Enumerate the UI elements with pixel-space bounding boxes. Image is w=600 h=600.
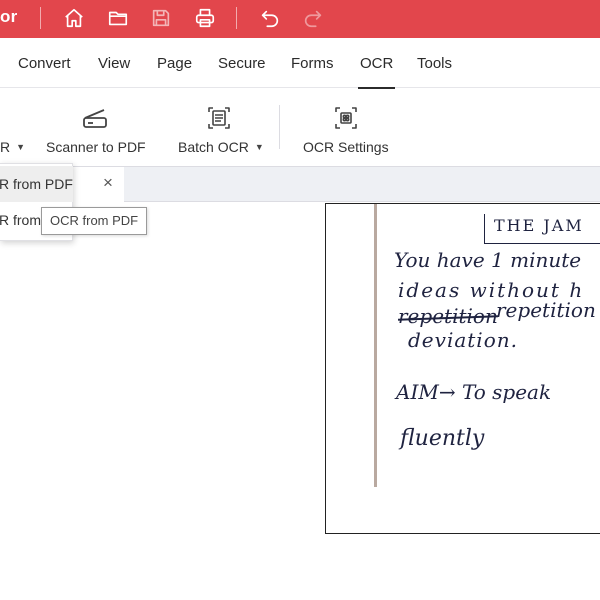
ocr-button-label: R (0, 139, 11, 155)
menu-bar: Convert View Page Secure Forms OCR Tools (0, 38, 600, 89)
note-line: You have 1 minute (394, 248, 582, 272)
ocr-settings-label: OCR Settings (303, 139, 389, 155)
menu-tools[interactable]: Tools (417, 55, 452, 72)
ocr-dropdown-button[interactable]: R ▼ (0, 89, 30, 167)
close-icon[interactable]: × (100, 174, 116, 192)
handwritten-note-image: THE JAM You have 1 minute ideas without … (374, 204, 600, 487)
ribbon-separator (279, 105, 280, 149)
menu-secure[interactable]: Secure (218, 55, 266, 72)
scanner-to-pdf-button[interactable]: Scanner to PDF (44, 89, 146, 167)
title-bar: or (0, 0, 600, 38)
print-icon[interactable] (191, 5, 219, 31)
home-icon[interactable] (60, 5, 88, 31)
save-icon[interactable] (147, 5, 175, 31)
menu-view[interactable]: View (98, 55, 130, 72)
struck-word: repetition (398, 304, 498, 328)
batch-ocr-icon (208, 107, 230, 129)
ribbon-toolbar: R ▼ Scanner to PDF Batch OCR ▼ OCR Setting… (0, 89, 600, 167)
app-title: or (0, 7, 18, 26)
note-title: THE JAM (494, 216, 584, 235)
batch-ocr-label: Batch OCR (178, 139, 249, 155)
title-separator (236, 7, 237, 29)
ocr-from-pdf-label: OCR from PDF (0, 176, 73, 192)
document-tab-strip: × (0, 167, 600, 202)
folder-icon[interactable] (104, 5, 132, 31)
title-separator (40, 7, 41, 29)
note-line: repetition repetitio (496, 298, 600, 322)
note-line: fluently (400, 426, 485, 451)
batch-ocr-button[interactable]: Batch OCR ▼ (176, 89, 266, 167)
scanner-to-pdf-label: Scanner to PDF (46, 139, 146, 155)
undo-icon[interactable] (256, 5, 284, 31)
note-line: AIM→ To speak (396, 380, 552, 404)
redo-icon[interactable] (299, 5, 327, 31)
menu-ocr[interactable]: OCR (357, 55, 396, 89)
page-edge (374, 204, 377, 487)
menu-forms[interactable]: Forms (291, 55, 334, 72)
ocr-settings-button[interactable]: OCR Settings (302, 89, 392, 167)
ocr-from-pdf-item[interactable]: OCR from PDF (0, 166, 73, 202)
chevron-down-icon: ▼ (254, 142, 264, 152)
ocr-settings-icon (335, 107, 357, 129)
tooltip: OCR from PDF (41, 207, 148, 235)
pdf-page: THE JAM You have 1 minute ideas without … (325, 203, 600, 534)
menu-page[interactable]: Page (157, 55, 192, 72)
chevron-down-icon: ▼ (16, 142, 26, 152)
note-line: deviation. (408, 328, 518, 352)
menu-convert[interactable]: Convert (18, 55, 71, 72)
scanner-icon (83, 109, 107, 128)
note-line: repetition (398, 304, 498, 328)
